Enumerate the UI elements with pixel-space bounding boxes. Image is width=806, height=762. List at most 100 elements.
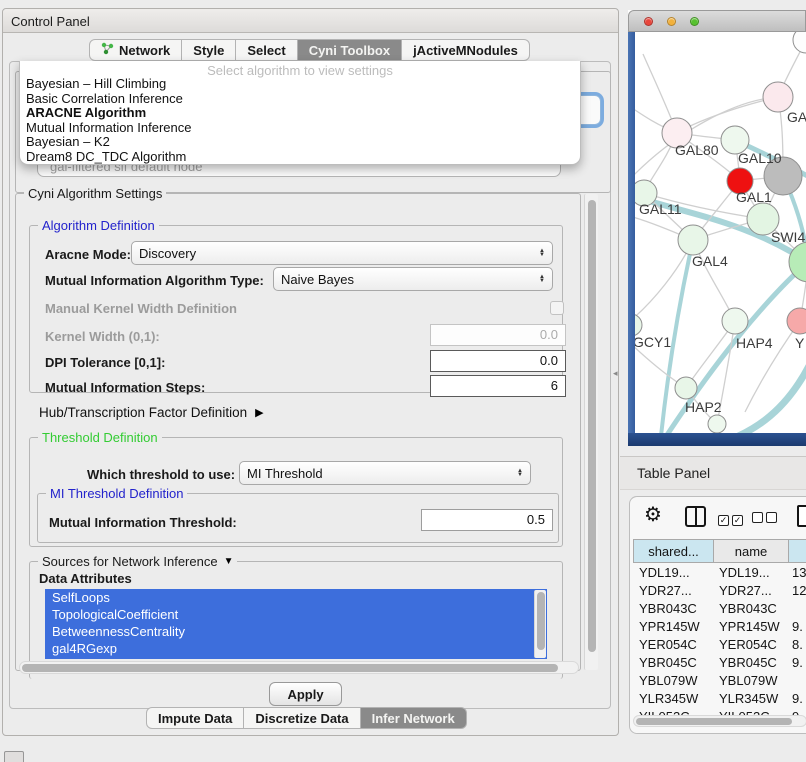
aracne-mode-select[interactable]: Discovery ▲▼: [131, 241, 553, 265]
table-panel-title: Table Panel: [637, 465, 710, 481]
algorithm-definition-legend: Algorithm Definition: [38, 218, 159, 233]
network-node[interactable]: [722, 308, 748, 334]
apply-button[interactable]: Apply: [269, 682, 342, 706]
column-header-name[interactable]: name: [713, 539, 788, 563]
mi-type-select[interactable]: Naive Bayes ▲▼: [273, 267, 553, 291]
minimize-traffic-light[interactable]: [667, 17, 676, 26]
list-item[interactable]: TopologicalCoefficient: [45, 606, 547, 623]
dropdown-item[interactable]: Mutual Information Inference: [20, 121, 580, 136]
network-node[interactable]: [787, 308, 806, 334]
gear-icon[interactable]: ⚙: [644, 502, 662, 527]
tab-select[interactable]: Select: [236, 39, 297, 61]
table-cell: YPR145W: [633, 619, 713, 634]
select-all-columns-icon[interactable]: ✓✓: [718, 510, 746, 528]
list-item[interactable]: BetweennessCentrality: [45, 623, 547, 640]
tab-label: Select: [247, 43, 285, 58]
table-row[interactable]: YIL052CYIL052C9.: [633, 707, 806, 715]
list-item[interactable]: gal4RGexp: [45, 640, 547, 657]
hub-definition-expander[interactable]: Hub/Transcription Factor Definition ▶: [39, 405, 264, 420]
network-node[interactable]: [708, 415, 726, 433]
network-node[interactable]: [678, 225, 708, 255]
dpi-tolerance-field[interactable]: 0.0: [430, 350, 566, 372]
table-row[interactable]: YPR145WYPR145W9.: [633, 617, 806, 635]
mi-threshold-label: Mutual Information Threshold:: [49, 515, 237, 530]
zoom-traffic-light[interactable]: [690, 17, 699, 26]
network-view-window: GALGAL80GAL10GAL1SWI4GAL11GAL4GCY1HAP4YH…: [628, 10, 806, 446]
sources-legend-text: Sources for Network Inference: [42, 554, 218, 569]
network-canvas[interactable]: GALGAL80GAL10GAL1SWI4GAL11GAL4GCY1HAP4YH…: [635, 32, 806, 433]
table-cell: YBR045C: [633, 655, 713, 670]
table-header-row: shared... name: [633, 539, 806, 563]
table-row[interactable]: YER054CYER054C8.: [633, 635, 806, 653]
tab-discretize-data[interactable]: Discretize Data: [244, 707, 360, 729]
dropdown-item[interactable]: Basic Correlation Inference: [20, 92, 580, 107]
deselect-all-columns-icon[interactable]: [752, 510, 780, 528]
expand-down-icon[interactable]: ▼: [224, 556, 234, 567]
node-label: GAL80: [675, 142, 719, 158]
table-cell: 9.: [788, 691, 806, 706]
table-hscrollbar[interactable]: [633, 715, 806, 727]
network-window-titlebar: [628, 10, 806, 32]
tab-cyni-toolbox[interactable]: Cyni Toolbox: [298, 39, 402, 61]
node-label: HAP2: [685, 399, 722, 415]
minimized-window-icon[interactable]: [4, 751, 24, 762]
table-row[interactable]: YBR045CYBR045C9.: [633, 653, 806, 671]
data-attributes-list: SelfLoops TopologicalCoefficient Between…: [45, 589, 547, 659]
dropdown-item[interactable]: Bayesian – K2: [20, 135, 580, 150]
table-row[interactable]: YDL19...YDL19...13: [633, 563, 806, 581]
split-columns-icon[interactable]: [685, 506, 706, 527]
manual-kernel-checkbox[interactable]: [550, 301, 564, 315]
node-label: SWI4: [771, 229, 805, 245]
network-node[interactable]: [763, 82, 793, 112]
threshold-definition-legend: Threshold Definition: [38, 430, 162, 445]
network-edge: [635, 97, 778, 180]
kernel-width-field[interactable]: 0.0: [430, 324, 566, 346]
which-threshold-select[interactable]: MI Threshold ▲▼: [239, 461, 531, 485]
aracne-mode-label: Aracne Mode:: [45, 247, 131, 262]
network-node[interactable]: [675, 377, 697, 399]
tab-jactivemnodules[interactable]: jActiveMNodules: [402, 39, 530, 61]
table-cell: YBR043C: [633, 601, 713, 616]
column-header-partial[interactable]: [788, 539, 806, 563]
table-cell: 9.: [788, 655, 806, 670]
close-traffic-light[interactable]: [644, 17, 653, 26]
cyni-settings-legend: Cyni Algorithm Settings: [24, 186, 166, 201]
mi-threshold-field[interactable]: 0.5: [421, 509, 553, 531]
table-row[interactable]: YBR043CYBR043C: [633, 599, 806, 617]
tab-impute-data[interactable]: Impute Data: [146, 707, 244, 729]
combo-arrows-icon: ▲▼: [517, 469, 523, 478]
control-panel-window: Control Panel ✕ Network Style Select Cyn…: [2, 8, 619, 736]
node-label: GAL4: [692, 253, 728, 269]
tab-label: jActiveMNodules: [413, 43, 518, 58]
document-icon[interactable]: [797, 505, 806, 527]
control-panel-title: Control Panel: [11, 14, 90, 29]
tab-network[interactable]: Network: [89, 39, 182, 61]
settings-hscrollbar[interactable]: [19, 661, 579, 674]
panel-resize-handle[interactable]: ◂: [613, 368, 618, 379]
tab-label: Discretize Data: [255, 711, 348, 726]
network-window-border: [628, 433, 806, 446]
table-cell: YDR27...: [633, 583, 713, 598]
hub-definition-label: Hub/Transcription Factor Definition: [39, 405, 247, 420]
manual-kernel-label: Manual Kernel Width Definition: [45, 301, 237, 316]
dropdown-item[interactable]: ARACNE Algorithm: [20, 106, 580, 121]
table-cell: YBL079W: [633, 673, 713, 688]
table-row[interactable]: YLR345WYLR345W9.: [633, 689, 806, 707]
dropdown-item[interactable]: Dream8 DC_TDC Algorithm: [20, 150, 580, 165]
dropdown-item[interactable]: Bayesian – Hill Climbing: [20, 77, 580, 92]
network-node[interactable]: [635, 314, 642, 336]
table-cell: YBL079W: [713, 673, 788, 688]
mi-steps-field[interactable]: 6: [430, 375, 566, 397]
mi-threshold-legend: MI Threshold Definition: [46, 486, 187, 501]
settings-vscrollbar[interactable]: [584, 194, 598, 670]
tab-infer-network[interactable]: Infer Network: [361, 707, 467, 729]
table-row[interactable]: YDR27...YDR27...12: [633, 581, 806, 599]
tab-style[interactable]: Style: [182, 39, 236, 61]
which-threshold-value: MI Threshold: [247, 466, 323, 481]
attribute-list-scrollbar[interactable]: [534, 590, 546, 658]
network-node[interactable]: [793, 32, 806, 53]
control-panel-tabbar: Network Style Select Cyni Toolbox jActiv…: [89, 39, 530, 61]
table-row[interactable]: YBL079WYBL079W: [633, 671, 806, 689]
list-item[interactable]: SelfLoops: [45, 589, 547, 606]
column-header-shared[interactable]: shared...: [633, 539, 713, 563]
